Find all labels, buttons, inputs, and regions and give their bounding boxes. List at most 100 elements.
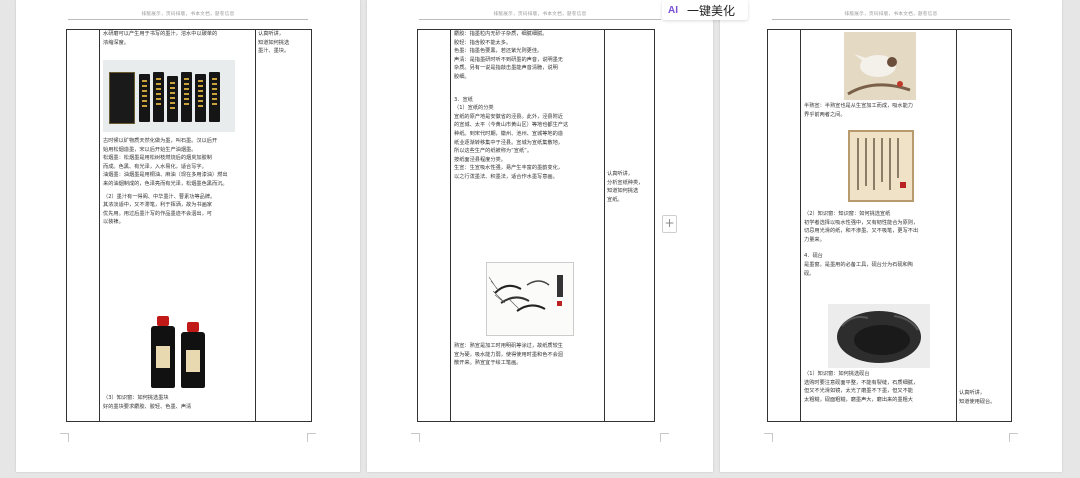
inkstone-drawing — [828, 304, 930, 368]
text-line: 认真听讲， — [607, 171, 633, 177]
text-line: 散开来。熟宣宜于绘工笔画。 — [454, 360, 522, 367]
ai-icon: AI — [668, 4, 678, 16]
table-cell-note[interactable]: 认真听讲， 分析宣纸种类， 知道如何挑选 宣纸。 — [607, 170, 655, 204]
table-cell-content[interactable]: （3）知识窗：如何挑选墨块 好的墨块要求麝胶、胶轻、色墨、声清 — [103, 394, 253, 411]
bottle-label — [186, 350, 200, 372]
inkstone-image — [828, 304, 930, 368]
text-line: 浓缩深度。 — [103, 39, 129, 46]
text-line: 优先用。用过后墨汁写的作品墨迹不会洇出，可 — [103, 210, 212, 217]
ai-beautify-button[interactable]: AI 一键美化 — [662, 0, 748, 20]
header-rule — [772, 19, 1010, 20]
text-line: 始用松烟造墨，宋以后开始生产油烟墨。 — [103, 146, 197, 153]
text-line: 杂质。另有一说是指敲击墨能声音清脆，说明 — [454, 65, 558, 72]
bottle-cap — [187, 322, 199, 332]
ink-bottle — [181, 332, 205, 388]
column-divider — [800, 30, 801, 421]
text-line: 认真听讲， — [258, 31, 284, 37]
ink-stick — [181, 72, 192, 122]
text-line: 宣纸。 — [607, 196, 623, 203]
page-header: 排版展示，页码排版，书本文档，题卷信息 — [844, 12, 938, 17]
text-line: 墨汁、墨块。 — [258, 48, 290, 55]
document-page-2[interactable]: 排版展示，页码排版，书本文档，题卷信息 麝胶：指墨粒内无砂子杂质，细腻细腻。 胶… — [367, 0, 713, 472]
bottle-cap — [157, 316, 169, 326]
lesson-table[interactable]: 半熟宣：半熟宣也是从生宣加工而成，吸水能力 界乎前两者之间。 （2）知识窗：知识… — [767, 29, 1012, 422]
table-cell-content[interactable]: （2）知识窗：知识窗：如何挑选宣纸 初学者选择以吸水性强中，又有韧性能合为原则，… — [804, 210, 954, 278]
table-cell-content[interactable]: 熟宣：熟宣是加工时用明矾等涂过，故纸质较生 宣为硬，吸水能力弱，使得使用时墨和色… — [454, 342, 602, 368]
table-cell-content[interactable]: 半熟宣：半熟宣也是从生宣加工而成，吸水能力 界乎前两者之间。 — [804, 102, 954, 119]
text-line: 纸业逐渐转移集中于泾县。宣城为宣纸集散地， — [454, 139, 563, 146]
text-line: （1）宣纸的分类 — [454, 105, 494, 112]
painting-image — [844, 32, 916, 100]
text-line: 界乎前两者之间。 — [804, 111, 846, 118]
ink-sticks-photo — [103, 60, 235, 132]
text-line: 以之行泼墨法、积墨法，适合作水墨写意画。 — [454, 173, 558, 180]
ink-stick — [195, 74, 206, 122]
table-cell-note[interactable]: 认真听讲， 知道使用砚台。 — [959, 389, 1011, 406]
text-line: 半熟宣：半熟宣也是从生宣加工而成，吸水能力 — [804, 103, 913, 109]
lesson-table[interactable]: 水研磨可以产生用于书写的墨汁，溶水中以碳单的 浓缩深度。 古时候以矿物质天然化做… — [66, 29, 312, 422]
ink-stick — [167, 76, 178, 122]
table-cell-content[interactable]: 古时候以矿物质天然化做为墨，叫石墨。汉以后开 始用松烟造墨，宋以后开始生产油烟墨… — [103, 137, 253, 227]
column-divider — [604, 30, 605, 421]
text-line: 宣纸的原产地是安徽省的泾县。此外，泾县附近 — [454, 113, 563, 120]
add-page-button[interactable]: + — [662, 215, 677, 233]
text-line: 所以这些生产的纸被称为“宣纸”。 — [454, 148, 533, 155]
text-line: 松烟墨：松烟墨是用松树枝燃烧后的烟炱加胶制 — [103, 155, 212, 162]
document-workspace: 排版展示，页码排版，书本文档，题卷信息 水研磨可以产生用于书写的墨汁，溶水中以碳… — [0, 0, 1080, 478]
table-cell-content[interactable]: 麝胶：指墨粒内无砂子杂质，细腻细腻。 胶轻：指含胶不能太多。 色墨：指墨色要黑，… — [454, 30, 602, 182]
text-line: 认真听讲， — [959, 390, 985, 396]
text-line: 其浓淡适中，又不滞笔，利于挥洒，故为书画家 — [103, 202, 212, 209]
ink-bottle — [151, 326, 175, 388]
ink-box — [109, 72, 135, 124]
margin-marker — [60, 433, 69, 442]
column-divider — [956, 30, 957, 421]
text-line: 好的墨块要求麝胶、胶轻、色墨、声清 — [103, 403, 192, 410]
text-line: 胶轻：指含胶不能太多。 — [454, 39, 512, 46]
text-line: 水研磨可以产生用于书写的墨汁，溶水中以碳单的 — [103, 31, 218, 37]
text-line: 砚。 — [804, 270, 815, 277]
text-line: 按纸面泾县程度分类。 — [454, 156, 506, 163]
text-line: 生宣：生宣吸水性强，易产生丰富的墨韵变化， — [454, 165, 563, 172]
ink-stick — [139, 74, 150, 122]
column-divider — [99, 30, 100, 421]
ai-beautify-label: 一键美化 — [687, 3, 736, 18]
text-line: 知道如何挑选 — [258, 39, 290, 46]
text-line: 色墨：指墨色要黑，若还紫光则更佳。 — [454, 48, 543, 55]
shrimp-painting-image — [486, 262, 574, 336]
text-line: 以装裱。 — [103, 219, 124, 226]
document-page-3[interactable]: 排版展示，页码排版，书本文档，题卷信息 半熟宣：半熟宣也是从生宣加工而成，吸水能… — [720, 0, 1062, 472]
table-cell-content[interactable]: （1）知识窗：如何挑选砚台 选购时要注意砚面平整，不能有裂缝，石质细腻， 但又不… — [804, 370, 954, 404]
text-line: 种纸。到宋代时期，徽州、池州、宣城等地的造 — [454, 130, 563, 137]
document-page-1[interactable]: 排版展示，页码排版，书本文档，题卷信息 水研磨可以产生用于书写的墨汁，溶水中以碳… — [16, 0, 360, 472]
text-line: 麝胶：指墨粒内无砂子杂质，细腻细腻。 — [454, 31, 548, 37]
text-line: （2）知识窗：知识窗：如何挑选宣纸 — [804, 211, 891, 217]
bird-painting-drawing — [844, 32, 916, 100]
text-line: 油烟墨：油烟墨是用桐油、麻油（现在多用漆油）燃出 — [103, 172, 228, 179]
lesson-table[interactable]: 麝胶：指墨粒内无砂子杂质，细腻细腻。 胶轻：指含胶不能太多。 色墨：指墨色要黑，… — [417, 29, 655, 422]
text-line: 而成。色黑、有光泽，入水易化，适合写字。 — [103, 163, 207, 170]
table-cell-content[interactable]: 水研磨可以产生用于书写的墨汁，溶水中以碳单的 浓缩深度。 — [103, 30, 253, 47]
text-line: 太粗糙，砚面粗糙，磨墨声大，磨出来的墨粗大 — [804, 396, 913, 403]
text-line: 声清：是指墨研时听不到研墨的声音，说明墨无 — [454, 56, 563, 63]
text-line: 胶细。 — [454, 73, 470, 80]
text-line: 但又不光滑如镜，太光了磨墨不下墨，但又不能 — [804, 388, 913, 395]
text-line: （2）墨汁有一得阁、中华墨汁、曹素功等品牌。 — [103, 193, 216, 200]
text-line: 初学者选择以吸水性强中，又有韧性能合为原则， — [804, 219, 919, 226]
text-line: 知道使用砚台。 — [959, 398, 996, 405]
ink-stick — [209, 72, 220, 122]
text-line: 3．宣纸 — [454, 96, 473, 103]
shrimp-ink-drawing — [488, 275, 563, 312]
text-line: （1）知识窗：如何挑选砚台 — [804, 371, 870, 377]
text-line: 熟宣：熟宣是加工时用明矾等涂过，故纸质较生 — [454, 343, 563, 349]
text-line: 力量来。 — [804, 236, 825, 243]
header-rule — [419, 19, 661, 20]
column-divider — [255, 30, 256, 421]
text-line: 知道如何挑选 — [607, 188, 639, 195]
bottle-label — [156, 346, 170, 368]
text-line: 的宣城、太平（今黄山市黄山区）等地也都生产这 — [454, 122, 569, 129]
margin-marker — [764, 433, 773, 442]
table-cell-note[interactable]: 认真听讲， 知道如何挑选 墨汁、墨块。 — [258, 30, 310, 56]
text-line: 来的油烟制成的，色泽亮而有光泽，松烟墨色黑而沉。 — [103, 180, 228, 187]
text-line: 分析宣纸种类， — [607, 179, 644, 186]
text-line: （3）知识窗：如何挑选墨块 — [103, 395, 169, 401]
